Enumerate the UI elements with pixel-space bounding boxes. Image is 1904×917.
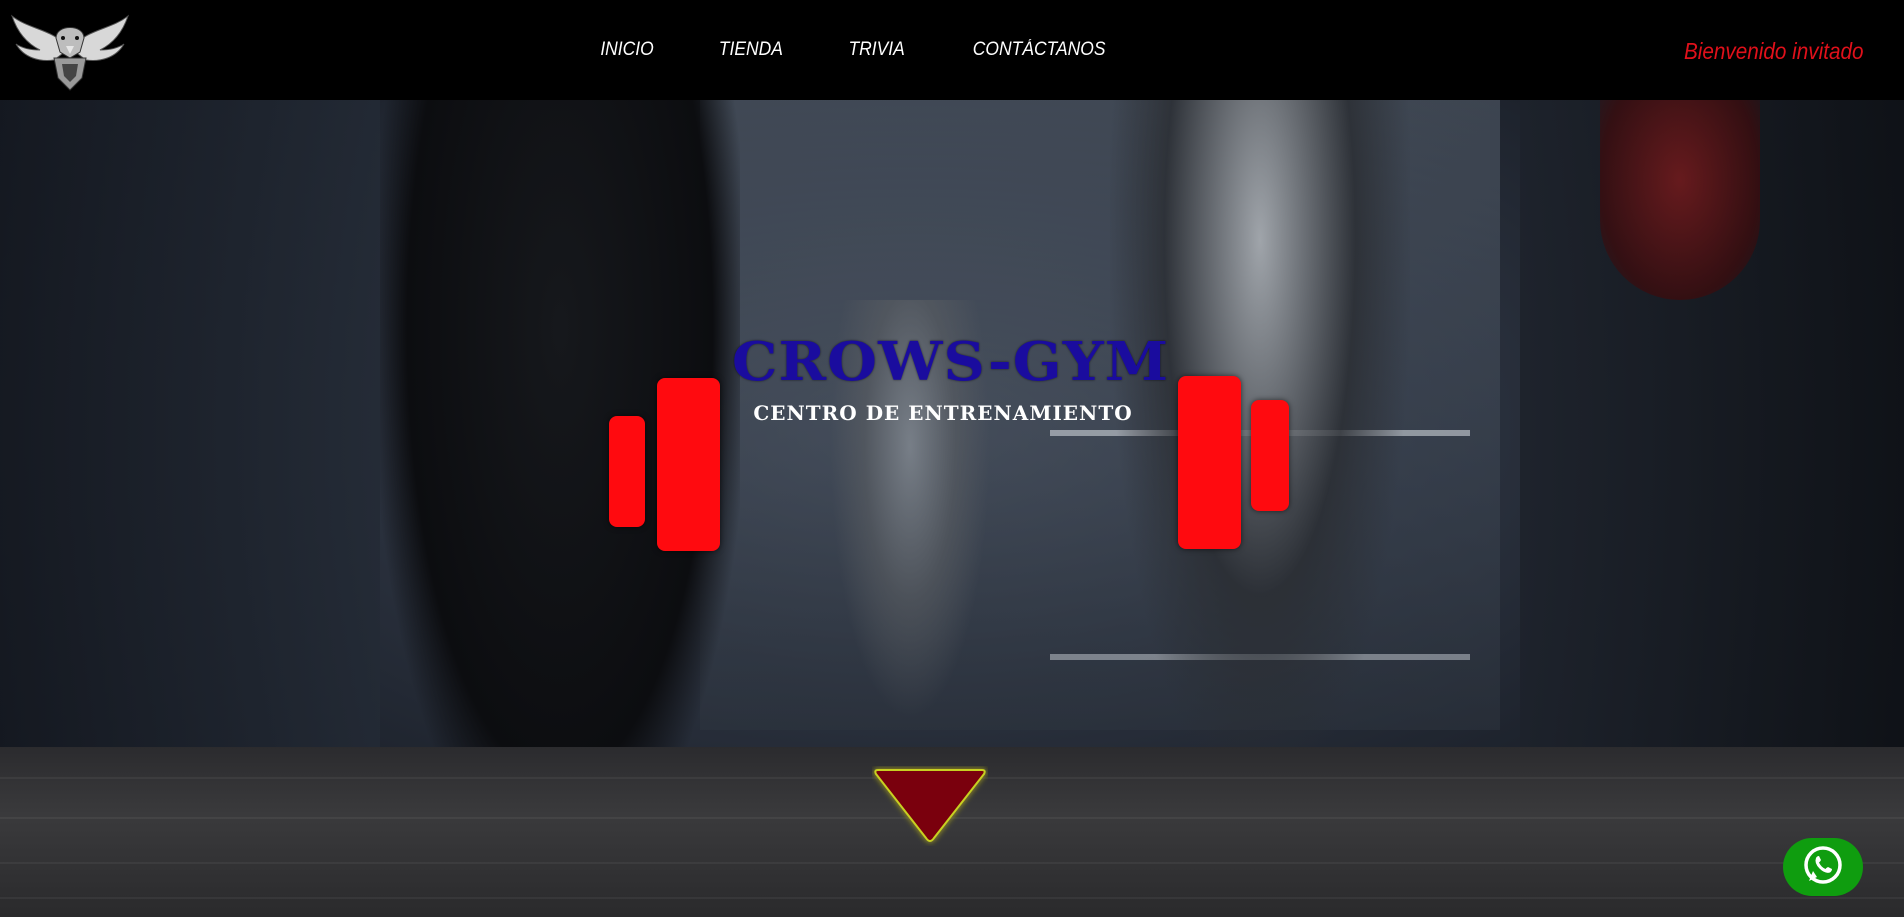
dumbbell-left-large-plate [657,378,720,551]
main-nav: INICIO TIENDA TRIVIA CONTÁCTANOS [0,0,1904,100]
nav-inicio[interactable]: INICIO [600,39,653,61]
dumbbell-right-small-plate [1251,400,1289,511]
eagle-logo-icon[interactable] [10,8,130,92]
nav-trivia[interactable]: TRIVIA [848,39,904,61]
hero-content: CROWS-GYM CENTRO DE ENTRENAMIENTO [0,0,1904,842]
whatsapp-icon [1801,843,1845,892]
brand-title: CROWS-GYM [731,331,1170,393]
triangle-down-icon[interactable] [872,766,988,846]
dumbbell-left-small-plate [609,416,645,527]
welcome-text: Bienvenido invitado [1683,38,1863,64]
brand-subtitle: CENTRO DE ENTRENAMIENTO [753,401,1133,425]
nav-tienda[interactable]: TIENDA [719,39,783,61]
dumbbell-right-large-plate [1178,376,1241,549]
whatsapp-button[interactable] [1783,838,1863,896]
nav-contactanos[interactable]: CONTÁCTANOS [973,39,1106,61]
site-header: INICIO TIENDA TRIVIA CONTÁCTANOS Bienven… [0,0,1904,100]
